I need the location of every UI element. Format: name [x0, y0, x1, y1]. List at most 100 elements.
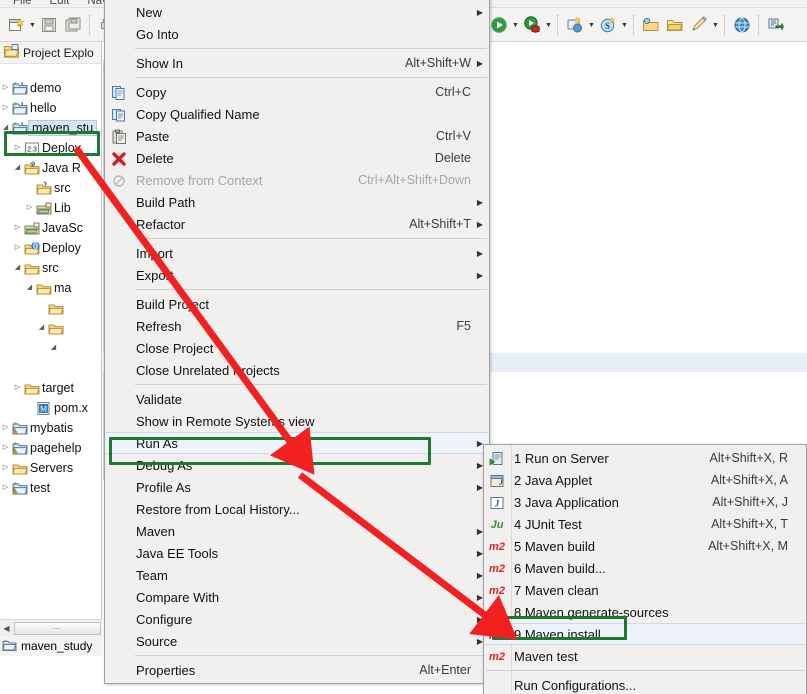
- run-as-item-6-maven-build[interactable]: m2 6 Maven build...: [484, 557, 806, 579]
- run-icon[interactable]: [488, 14, 510, 36]
- twisty-expanded-icon[interactable]: ◢: [24, 278, 35, 298]
- run-as-item-maven-test[interactable]: m2 Maven test: [484, 645, 806, 667]
- project-context-menu[interactable]: New ▶ Go Into Show In Alt+Shift+W ▶ Copy Ctrl+C…: [104, 0, 490, 684]
- menu-item-export[interactable]: Export ▶: [105, 264, 489, 286]
- debug-dropdown-icon[interactable]: ▼: [544, 14, 553, 36]
- tree-node-java-r[interactable]: ◢ Java R: [0, 158, 102, 178]
- tree-node-hello[interactable]: ▷ hello: [0, 98, 102, 118]
- tree-node-lib[interactable]: ▷ Lib: [0, 198, 102, 218]
- menu-item-build-project[interactable]: Build Project: [105, 293, 489, 315]
- tree-node[interactable]: [0, 358, 102, 378]
- menu-item-copy-qualified-name[interactable]: Copy Qualified Name: [105, 103, 489, 125]
- new-datasource-icon[interactable]: S: [597, 14, 619, 36]
- tree-node-pagehelp[interactable]: ▷ pagehelp: [0, 438, 102, 458]
- menu-item-debug-as[interactable]: Debug As ▶: [105, 454, 489, 476]
- menu-item-show-in[interactable]: Show In Alt+Shift+W ▶: [105, 52, 489, 74]
- folder-icon[interactable]: [664, 14, 686, 36]
- menu-item-show-in-remote-systems-view[interactable]: Show in Remote Systems view: [105, 410, 489, 432]
- new-server-icon[interactable]: [564, 14, 586, 36]
- run-as-item-9-maven-install[interactable]: m2 9 Maven install: [484, 623, 806, 645]
- run-as-item-5-maven-build[interactable]: m2 5 Maven build Alt+Shift+X, M: [484, 535, 806, 557]
- sync-publish-icon[interactable]: [765, 14, 787, 36]
- twisty-collapsed-icon[interactable]: ▷: [0, 438, 11, 458]
- menu-item-validate[interactable]: Validate: [105, 388, 489, 410]
- tree-node-target[interactable]: ▷ target: [0, 378, 102, 398]
- scroll-left-icon[interactable]: ◀: [0, 624, 13, 633]
- scroll-thumb[interactable]: ⋯: [14, 621, 101, 635]
- twisty-expanded-icon[interactable]: ◢: [12, 258, 23, 278]
- twisty-collapsed-icon[interactable]: ▷: [12, 218, 23, 238]
- twisty-collapsed-icon[interactable]: ▷: [0, 98, 11, 118]
- menu-item-java-ee-tools[interactable]: Java EE Tools ▶: [105, 542, 489, 564]
- menu-item-profile-as[interactable]: Profile As ▶: [105, 476, 489, 498]
- run-as-item-2-java-applet[interactable]: J 2 Java Applet Alt+Shift+X, A: [484, 469, 806, 491]
- save-icon[interactable]: [38, 14, 60, 36]
- tree-node-mybatis[interactable]: ▷ mybatis: [0, 418, 102, 438]
- run-as-item-7-maven-clean[interactable]: m2 7 Maven clean: [484, 579, 806, 601]
- menu-item-team[interactable]: Team ▶: [105, 564, 489, 586]
- tree-node-ma[interactable]: ◢ ma: [0, 278, 102, 298]
- twisty-expanded-icon[interactable]: ◢: [12, 158, 23, 178]
- menu-item-refresh[interactable]: Refresh F5: [105, 315, 489, 337]
- menu-item-run-as[interactable]: Run As ▶: [105, 432, 489, 454]
- tree-node-pom-x[interactable]: Mpom.x: [0, 398, 102, 418]
- menu-item-restore-from-local-history[interactable]: Restore from Local History...: [105, 498, 489, 520]
- run-as-item-8-maven-generate-sources[interactable]: m2 8 Maven generate-sources: [484, 601, 806, 623]
- menu-file[interactable]: File: [4, 0, 41, 7]
- web-browser-icon[interactable]: [731, 14, 753, 36]
- menu-item-build-path[interactable]: Build Path ▶: [105, 191, 489, 213]
- pencil-edit-icon[interactable]: [688, 14, 710, 36]
- menu-item-source[interactable]: Source ▶: [105, 630, 489, 652]
- new-wizard-icon[interactable]: [5, 14, 27, 36]
- tree-node-javasc[interactable]: ▷ JavaSc: [0, 218, 102, 238]
- menu-item-configure[interactable]: Configure ▶: [105, 608, 489, 630]
- project-explorer-tab[interactable]: Project Explo: [0, 42, 101, 64]
- twisty-collapsed-icon[interactable]: ▷: [0, 478, 11, 498]
- explorer-horizontal-scrollbar[interactable]: ◀ ⋯: [0, 619, 102, 636]
- run-as-item-1-run-on-server[interactable]: 1 Run on Server Alt+Shift+X, R: [484, 447, 806, 469]
- tree-node[interactable]: ◢: [0, 318, 102, 338]
- run-dropdown-icon[interactable]: ▼: [511, 14, 520, 36]
- run-as-item-4-junit-test[interactable]: Ju 4 JUnit Test Alt+Shift+X, T: [484, 513, 806, 535]
- run-as-item-3-java-application[interactable]: J 3 Java Application Alt+Shift+X, J: [484, 491, 806, 513]
- tree-node[interactable]: ◢: [0, 338, 102, 358]
- debug-icon[interactable]: [521, 14, 543, 36]
- tree-node-deploy[interactable]: ▷ 2.3 Deploy: [0, 138, 102, 158]
- menu-item-go-into[interactable]: Go Into: [105, 23, 489, 45]
- project-tree[interactable]: ▷ demo ▷ hello ◢ maven_stu ▷ 2.3 Deploy ◢ Java R sr…: [0, 78, 102, 498]
- twisty-collapsed-icon[interactable]: ▷: [24, 198, 35, 218]
- menu-item-refactor[interactable]: Refactor Alt+Shift+T ▶: [105, 213, 489, 235]
- menu-item-copy[interactable]: Copy Ctrl+C: [105, 81, 489, 103]
- twisty-collapsed-icon[interactable]: ▷: [0, 418, 11, 438]
- twisty-collapsed-icon[interactable]: ▷: [0, 458, 11, 478]
- tree-node-deploy[interactable]: ▷ Deploy: [0, 238, 102, 258]
- pencil-dropdown-icon[interactable]: ▼: [711, 14, 720, 36]
- new-wizard-dropdown-icon[interactable]: ▼: [28, 14, 37, 36]
- menu-item-properties[interactable]: Properties Alt+Enter: [105, 659, 489, 681]
- menu-item-close-project[interactable]: Close Project: [105, 337, 489, 359]
- run-as-submenu[interactable]: 1 Run on Server Alt+Shift+X, R J 2 Java App…: [483, 444, 807, 694]
- menu-item-delete[interactable]: Delete Delete: [105, 147, 489, 169]
- run-as-item-run-configurations[interactable]: Run Configurations...: [484, 674, 806, 694]
- twisty-collapsed-icon[interactable]: ▷: [0, 78, 11, 98]
- tree-node-test[interactable]: ▷ test: [0, 478, 102, 498]
- tree-node-src[interactable]: src: [0, 178, 102, 198]
- tree-node-demo[interactable]: ▷ demo: [0, 78, 102, 98]
- twisty-collapsed-icon[interactable]: ▷: [12, 378, 23, 398]
- menu-item-close-unrelated-projects[interactable]: Close Unrelated Projects: [105, 359, 489, 381]
- menu-item-paste[interactable]: Paste Ctrl+V: [105, 125, 489, 147]
- menu-edit[interactable]: Edit: [41, 0, 79, 7]
- twisty-expanded-icon[interactable]: ◢: [48, 338, 59, 358]
- save-all-icon[interactable]: [62, 14, 84, 36]
- tree-node-src[interactable]: ◢ src: [0, 258, 102, 278]
- menu-item-compare-with[interactable]: Compare With ▶: [105, 586, 489, 608]
- open-folder-icon[interactable]: [640, 14, 662, 36]
- twisty-collapsed-icon[interactable]: ▷: [12, 238, 23, 258]
- menu-item-new[interactable]: New ▶: [105, 1, 489, 23]
- twisty-expanded-icon[interactable]: ◢: [36, 318, 47, 338]
- twisty-expanded-icon[interactable]: ◢: [0, 118, 11, 138]
- tree-node-maven-stu[interactable]: ◢ maven_stu: [0, 118, 102, 138]
- menu-item-maven[interactable]: Maven ▶: [105, 520, 489, 542]
- tree-node[interactable]: [0, 298, 102, 318]
- menu-item-import[interactable]: Import ▶: [105, 242, 489, 264]
